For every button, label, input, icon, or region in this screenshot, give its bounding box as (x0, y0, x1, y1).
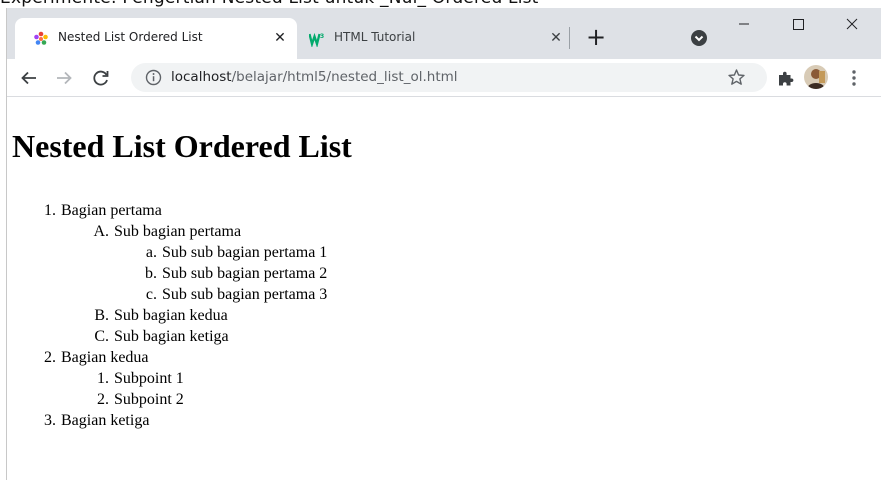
previous-window-edge: Experimente: Pengertian Nested List untu… (0, 0, 881, 8)
list-marker: B. (94, 307, 109, 324)
tab-nested-list[interactable]: Nested List Ordered List ✕ (15, 18, 297, 59)
avatar[interactable] (804, 65, 828, 89)
list-item-text: Sub bagian ketiga (114, 328, 229, 345)
toolbar: localhost/belajar/html5/nested_list_ol.h… (7, 59, 881, 97)
list-marker: b. (145, 265, 157, 282)
tab-separator (569, 27, 570, 49)
tab-title: HTML Tutorial (334, 30, 416, 44)
list-marker: A. (93, 223, 109, 240)
list-item-text: Bagian kedua (61, 349, 149, 366)
list-marker: 1. (97, 370, 109, 387)
list-item-text: Subpoint 1 (114, 370, 184, 387)
list-item-text: Sub sub bagian pertama 1 (162, 244, 328, 261)
more-menu-button[interactable] (845, 66, 863, 90)
minimize-icon (739, 23, 749, 25)
reload-button[interactable] (87, 64, 115, 92)
close-window-button[interactable] (829, 8, 875, 40)
list-item-text: Sub bagian pertama (114, 223, 242, 240)
arrow-right-icon (57, 71, 72, 85)
profile-avatar-icon (804, 65, 828, 89)
back-button[interactable] (15, 64, 43, 92)
list-marker: 3. (44, 412, 56, 429)
list-marker: 2. (97, 391, 109, 408)
browser-window: Nested List Ordered List ✕ 3 HTML Tutori… (6, 8, 881, 480)
svg-text:3: 3 (320, 33, 324, 40)
info-icon[interactable] (145, 69, 162, 86)
arrow-left-icon (21, 71, 36, 85)
list-marker: C. (94, 328, 109, 345)
page-content: Nested List Ordered List 1. Bagian pertam… (7, 98, 881, 480)
list-item-text: Sub bagian kedua (114, 307, 228, 324)
tab-html-tutorial[interactable]: 3 HTML Tutorial ✕ (291, 18, 573, 59)
list-marker: 2. (44, 349, 56, 366)
close-tab-icon[interactable]: ✕ (545, 27, 567, 49)
list-marker: a. (145, 244, 157, 261)
list-item-text: Bagian pertama (61, 202, 162, 219)
vertical-dots-icon (852, 70, 856, 86)
list-item-text: Bagian ketiga (61, 412, 150, 429)
url-path: /belajar/html5/nested_list_ol.html (231, 69, 458, 85)
list-item-text: Sub sub bagian pertama 3 (162, 286, 328, 303)
minimize-button[interactable] (721, 8, 767, 40)
star-icon[interactable] (727, 68, 746, 87)
close-icon (846, 18, 858, 30)
list-item-text: Subpoint 2 (114, 391, 184, 408)
list-marker: c. (145, 286, 157, 303)
url-host: localhost (171, 69, 232, 85)
colorful-flower-icon (34, 31, 48, 45)
puzzle-icon[interactable] (777, 69, 795, 87)
top-cut-text: Experimente: Pengertian Nested List untu… (0, 0, 539, 8)
tab-strip: Nested List Ordered List ✕ 3 HTML Tutori… (7, 8, 881, 59)
reload-icon (93, 70, 109, 86)
w3schools-icon: 3 (309, 32, 324, 47)
maximize-button[interactable] (775, 8, 821, 40)
address-bar[interactable]: localhost/belajar/html5/nested_list_ol.h… (131, 63, 767, 92)
page-title: Nested List Ordered List (12, 128, 352, 164)
url-text[interactable]: localhost/belajar/html5/nested_list_ol.h… (171, 69, 458, 85)
new-tab-button[interactable]: + (582, 24, 610, 52)
tab-search-icon[interactable] (690, 29, 708, 47)
close-tab-icon[interactable]: ✕ (269, 27, 291, 49)
list-marker: 1. (44, 202, 56, 219)
list-item-text: Sub sub bagian pertama 2 (162, 265, 328, 282)
maximize-icon (793, 19, 804, 30)
forward-button[interactable] (50, 64, 78, 92)
tab-title: Nested List Ordered List (58, 30, 203, 44)
